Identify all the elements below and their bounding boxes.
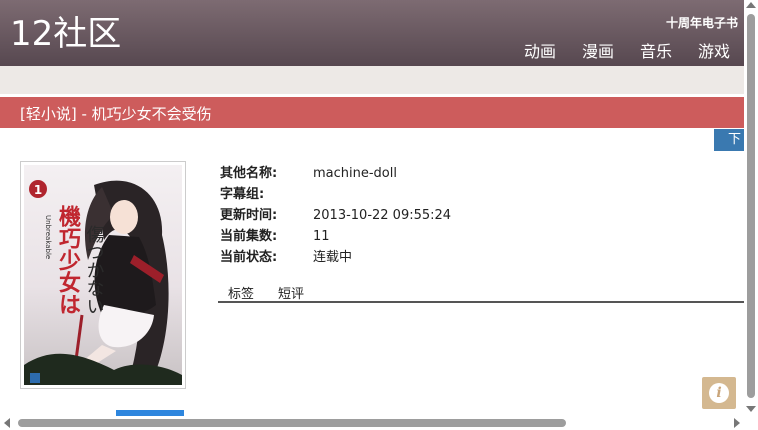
main-nav: 动画 漫画 音乐 游戏 <box>524 38 730 62</box>
meta-label: 更新时间: <box>220 208 278 223</box>
meta-value: 11 <box>313 229 330 244</box>
scroll-right-icon[interactable] <box>734 418 740 428</box>
meta-label: 字幕组: <box>220 187 265 202</box>
meta-value: 连载中 <box>313 250 353 265</box>
meta-row-alias: 其他名称: machine-doll <box>220 163 451 184</box>
horizontal-scroll-thumb[interactable] <box>18 419 566 427</box>
vertical-scrollbar[interactable] <box>744 0 758 416</box>
site-header: 12社区 十周年电子书 动画 漫画 音乐 游戏 <box>0 0 744 66</box>
meta-row-episodes: 当前集数: 11 <box>220 226 451 247</box>
page-title: [轻小说] - 机巧少女不会受伤 <box>20 105 212 123</box>
download-button[interactable]: 下 <box>714 129 744 151</box>
nav-item-music[interactable]: 音乐 <box>640 38 672 62</box>
svg-text:1: 1 <box>34 183 42 197</box>
scroll-down-icon[interactable] <box>746 406 756 412</box>
meta-label: 其他名称: <box>220 166 278 181</box>
nav-item-games[interactable]: 游戏 <box>698 38 730 62</box>
meta-row-subgroup: 字幕组: <box>220 184 451 205</box>
svg-text:Unbreakable: Unbreakable <box>44 215 52 259</box>
svg-text:傷つかない: 傷つかない <box>84 225 105 315</box>
meta-value: 2013-10-22 09:55:24 <box>313 208 452 223</box>
scroll-left-icon[interactable] <box>4 418 10 428</box>
info-button[interactable]: i <box>702 377 736 409</box>
sub-header-band <box>0 66 744 94</box>
meta-row-status: 当前状态: 连载中 <box>220 247 451 268</box>
site-logo[interactable]: 12社区 <box>10 14 121 54</box>
svg-text:機巧少女は: 機巧少女は <box>55 205 82 315</box>
cover-image: 1 機巧少女は Unbreakable 傷つかない <box>20 161 186 389</box>
series-meta: 其他名称: machine-doll 字幕组: 更新时间: 2013-10-22… <box>220 163 451 268</box>
title-bar: [轻小说] - 机巧少女不会受伤 <box>0 97 744 128</box>
cover-illustration: 1 機巧少女は Unbreakable 傷つかない <box>24 165 182 385</box>
meta-label: 当前集数: <box>220 229 278 244</box>
tab-reviews[interactable]: 短评 <box>278 283 304 302</box>
nav-item-anime[interactable]: 动画 <box>524 38 556 62</box>
horizontal-scrollbar[interactable] <box>0 416 744 430</box>
meta-row-updated: 更新时间: 2013-10-22 09:55:24 <box>220 205 451 226</box>
promo-link[interactable]: 十周年电子书 <box>666 14 738 31</box>
tab-tags[interactable]: 标签 <box>228 283 254 302</box>
vertical-scroll-thumb[interactable] <box>747 14 755 398</box>
info-tabs: 标签 短评 <box>218 281 744 303</box>
info-icon: i <box>709 383 729 403</box>
scroll-up-icon[interactable] <box>746 2 756 8</box>
nav-item-manga[interactable]: 漫画 <box>582 38 614 62</box>
meta-value: machine-doll <box>313 166 397 181</box>
meta-label: 当前状态: <box>220 250 278 265</box>
